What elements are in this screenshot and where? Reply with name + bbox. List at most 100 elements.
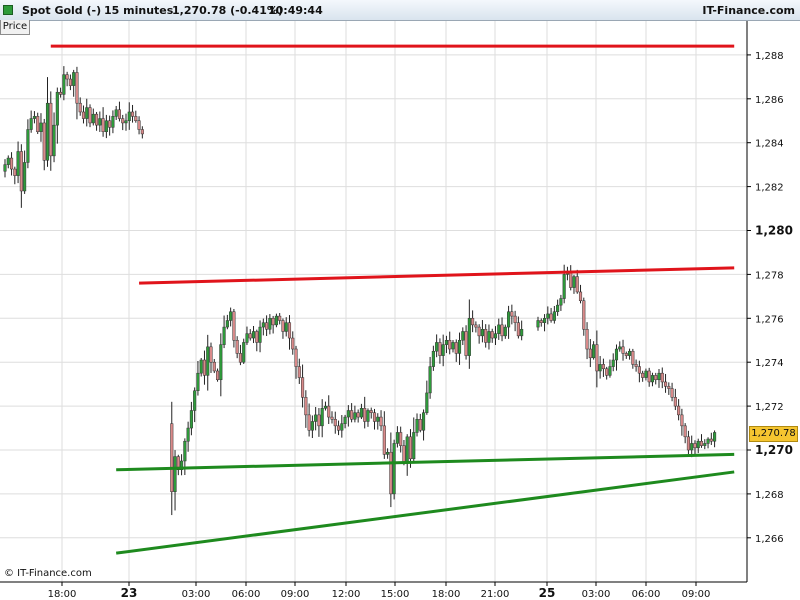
candle-down	[379, 416, 383, 427]
candle-up	[536, 320, 540, 328]
candle-down	[65, 74, 69, 80]
candle-down	[605, 368, 609, 376]
candle-down	[621, 346, 625, 354]
candle-up	[628, 350, 632, 356]
time-tick-label: 12:00	[332, 589, 361, 600]
candle-up	[444, 340, 448, 345]
candle-up	[258, 326, 262, 343]
candle-up	[98, 118, 102, 126]
candle-down	[699, 440, 704, 446]
candle-up	[713, 432, 717, 442]
time-tick-label: 15:00	[381, 589, 410, 600]
candle-up	[242, 342, 246, 363]
candle-up	[104, 120, 108, 132]
candle-down	[418, 419, 422, 431]
candle-up	[451, 342, 455, 350]
candle-up	[6, 157, 10, 165]
candle-down	[304, 397, 308, 416]
time-tick-label: 23	[121, 586, 138, 600]
candle-up	[618, 346, 622, 350]
candle-up	[611, 359, 615, 367]
candle-down	[333, 419, 337, 427]
time-tick-label: 06:00	[232, 589, 261, 600]
candle-up	[127, 111, 131, 122]
candle-down	[438, 342, 442, 356]
candle-up	[422, 412, 426, 431]
candle-up	[310, 421, 314, 431]
candle-down	[631, 350, 635, 365]
candle-down	[137, 120, 141, 130]
price-tick-label: 1,282	[755, 183, 784, 194]
time-tick-label: 03:00	[582, 589, 611, 600]
candle-down	[356, 412, 360, 418]
candle-up	[392, 443, 396, 495]
candle-down	[212, 361, 216, 372]
candle-up	[431, 350, 435, 367]
candle-up	[493, 333, 498, 339]
candle-down	[670, 388, 674, 398]
candle-up	[644, 370, 648, 378]
candle-up	[546, 313, 550, 319]
support-trendline[interactable]	[115, 470, 735, 555]
candle-up	[16, 151, 20, 176]
candle-up	[353, 412, 357, 420]
candle-down	[278, 315, 282, 321]
candle-down	[654, 375, 658, 381]
candle-up	[556, 304, 560, 312]
candle-down	[330, 416, 334, 420]
candle-up	[111, 116, 115, 128]
candle-up	[39, 122, 43, 132]
candle-up	[26, 129, 30, 163]
candle-up	[467, 318, 471, 356]
price-tick-label: 1,270	[755, 443, 793, 457]
candle-up	[91, 113, 95, 124]
candle-down	[209, 346, 213, 363]
candle-down	[575, 276, 579, 293]
instrument-square-icon	[3, 5, 13, 15]
resistance-trendline[interactable]	[139, 266, 735, 285]
candle-up	[245, 333, 249, 343]
candle-down	[490, 331, 494, 339]
candle-up	[366, 410, 370, 422]
candle-up	[359, 408, 363, 418]
price-tick-label: 1,284	[755, 139, 784, 150]
candle-down	[108, 120, 112, 128]
candle-up	[219, 344, 223, 381]
price-axis[interactable]: 1,266 1,268 1,270 1,272 1,274 1,276 1,278 1,280…	[747, 51, 793, 545]
vertical-gridlines	[61, 21, 697, 582]
candle-down	[140, 129, 144, 135]
price-tab[interactable]: Price	[0, 20, 30, 35]
candle-down	[402, 445, 406, 464]
candle-down	[281, 320, 285, 332]
price-chart[interactable]: 1,266 1,268 1,270 1,272 1,274 1,276 1,278 1,280…	[0, 0, 800, 600]
candle-up	[320, 408, 324, 427]
candle-down	[693, 443, 697, 449]
candle-down	[510, 311, 514, 317]
candle-down	[673, 397, 677, 407]
candle-up	[703, 443, 707, 446]
candle-down	[248, 333, 252, 339]
candle-up	[435, 342, 439, 352]
price-tick-label: 1,274	[755, 358, 784, 369]
candle-down	[372, 412, 377, 422]
candle-up	[343, 416, 347, 424]
time-tick-label: 18:00	[48, 589, 77, 600]
candle-down	[59, 91, 63, 95]
price-tick-label: 1,288	[755, 51, 784, 62]
support-trendline[interactable]	[116, 452, 735, 472]
candle-down	[471, 318, 475, 326]
price-tick-label: 1,272	[755, 402, 784, 413]
candle-down	[294, 348, 298, 367]
time-axis[interactable]: 18:00 23 03:00 06:00 09:00 12:00 15:00 18:00 21:…	[48, 582, 711, 600]
candle-up	[598, 364, 602, 372]
candle-down	[301, 377, 305, 398]
candle-down	[36, 116, 40, 132]
candle-up	[346, 410, 350, 418]
candle-down	[513, 315, 517, 323]
candle-down	[130, 111, 135, 117]
candle-down	[578, 291, 583, 301]
candle-down	[663, 381, 668, 387]
candle-up	[480, 329, 484, 337]
candle-up	[229, 311, 233, 321]
candle-up	[425, 392, 429, 413]
